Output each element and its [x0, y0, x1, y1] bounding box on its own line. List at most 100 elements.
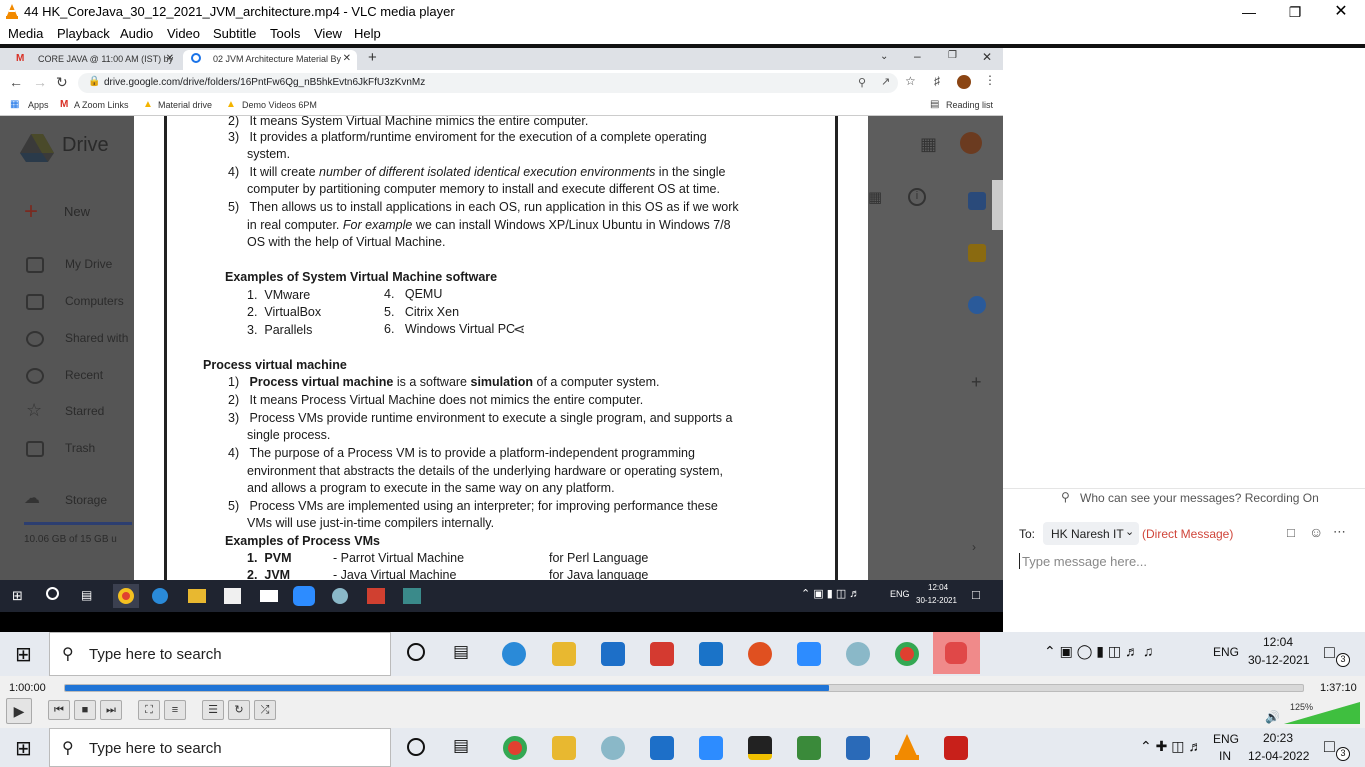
restore-icon[interactable]: ❐ — [1272, 2, 1318, 22]
notification-icon[interactable]: □ — [972, 587, 980, 602]
chart-app-icon[interactable] — [797, 736, 821, 760]
menu-help[interactable]: Help — [354, 26, 381, 41]
gift-icon[interactable] — [650, 642, 674, 666]
seek-bar[interactable] — [64, 684, 1304, 692]
photos-icon[interactable] — [846, 736, 870, 760]
tab-jvm-material[interactable]: 02 JVM Architecture Material By ✕ — [183, 50, 357, 70]
tab-search-icon[interactable]: ⌄ — [880, 51, 888, 62]
zoom-app-icon[interactable] — [293, 586, 315, 606]
edge-icon[interactable] — [152, 588, 168, 604]
menu-subtitle[interactable]: Subtitle — [213, 26, 256, 41]
tab-close-icon[interactable]: ✕ — [343, 53, 351, 64]
video-area[interactable]: M CORE JAVA @ 11:00 AM (IST) by ✕ 02 JVM… — [0, 48, 1003, 632]
task-view-icon[interactable]: ▤ — [81, 588, 92, 602]
close-icon[interactable]: ✕ — [1318, 2, 1364, 22]
menu-view[interactable]: View — [314, 26, 342, 41]
app-icon[interactable] — [367, 588, 385, 604]
tasks-icon[interactable] — [968, 296, 986, 314]
chrome-restore-icon[interactable]: ❐ — [948, 50, 957, 61]
menu-video[interactable]: Video — [167, 26, 200, 41]
shuffle-icon[interactable]: ⤮ — [254, 700, 276, 720]
scrollbar-thumb[interactable] — [992, 180, 1003, 230]
speaker-icon[interactable]: 🔊 — [1265, 710, 1280, 724]
tray-icons[interactable]: ⌃ ✚ ◫ ♬ — [1140, 738, 1202, 755]
grid-view-icon[interactable]: ▦ — [868, 188, 882, 206]
windows-start-icon[interactable]: ⊞ — [15, 642, 32, 667]
share-icon[interactable]: ↗ — [881, 75, 890, 88]
back-icon[interactable]: ← — [9, 74, 23, 90]
file-explorer-icon[interactable] — [188, 589, 206, 603]
profile-avatar[interactable] — [960, 132, 982, 154]
minimize-icon[interactable]: — — [1226, 2, 1272, 22]
menu-media[interactable]: Media — [8, 26, 43, 41]
sticky-notes-icon[interactable] — [748, 736, 772, 760]
recorder-icon[interactable] — [748, 642, 772, 666]
bookmark-apps[interactable]: Apps — [28, 100, 49, 110]
bookmark-demo-videos[interactable]: Demo Videos 6PM — [242, 100, 317, 110]
menu-dots-icon[interactable]: ⋮ — [984, 73, 996, 87]
nav-trash[interactable]: Trash — [65, 441, 95, 455]
forward-icon[interactable]: → — [33, 74, 47, 90]
store-icon[interactable] — [224, 588, 241, 604]
extended-settings-icon[interactable]: ≡ — [164, 700, 186, 720]
windows-start-icon[interactable]: ⊞ — [15, 736, 32, 761]
notification-icon[interactable]: □ — [1324, 642, 1335, 663]
new-tab-icon[interactable]: + — [368, 49, 377, 66]
new-button[interactable]: New — [64, 204, 90, 219]
bookmark-zoom-links[interactable]: A Zoom Links — [74, 100, 129, 110]
more-icon[interactable]: ⋯ — [1333, 524, 1346, 540]
nav-computers[interactable]: Computers — [65, 294, 124, 308]
fullscreen-icon[interactable]: ⛶ — [138, 700, 160, 720]
recipient-dropdown[interactable]: HK Naresh IT ⌄ — [1043, 522, 1139, 545]
task-view-icon[interactable]: ▤ — [453, 736, 469, 756]
zoom-app-icon[interactable] — [699, 736, 723, 760]
reading-list[interactable]: Reading list — [946, 100, 993, 110]
file-explorer-icon[interactable] — [552, 736, 576, 760]
taskbar-search-box[interactable]: ⚲ Type here to search — [49, 632, 391, 676]
menu-audio[interactable]: Audio — [120, 26, 153, 41]
profile-avatar[interactable] — [957, 75, 971, 89]
nav-starred[interactable]: Starred — [65, 404, 104, 418]
previous-icon[interactable]: ⏮ — [48, 700, 70, 720]
privacy-notice[interactable]: Who can see your messages? Recording On — [1080, 491, 1319, 505]
store-icon[interactable] — [601, 642, 625, 666]
tab-core-java[interactable]: M CORE JAVA @ 11:00 AM (IST) by ✕ — [8, 50, 180, 70]
store-icon[interactable] — [650, 736, 674, 760]
extensions-icon[interactable]: ♯ — [934, 74, 940, 88]
menu-tools[interactable]: Tools — [270, 26, 300, 41]
mail-icon[interactable] — [699, 642, 723, 666]
snipping-icon[interactable] — [332, 588, 348, 604]
app-icon[interactable] — [403, 588, 421, 604]
bookmark-star-icon[interactable]: ☆ — [905, 74, 916, 88]
notification-icon[interactable]: □ — [1324, 736, 1335, 757]
zoom-icon[interactable]: ⚲ — [858, 76, 866, 89]
file-explorer-icon[interactable] — [552, 642, 576, 666]
chrome-close-icon[interactable]: ✕ — [982, 50, 992, 64]
mail-icon[interactable] — [260, 590, 278, 602]
nav-my-drive[interactable]: My Drive — [65, 257, 112, 271]
file-icon[interactable]: □ — [1287, 525, 1295, 540]
expand-panel-icon[interactable]: › — [972, 540, 976, 554]
chrome-app-icon[interactable] — [895, 642, 919, 666]
chrome-app-icon[interactable] — [113, 584, 139, 608]
add-addon-icon[interactable]: + — [971, 372, 982, 393]
chrome-app-icon[interactable] — [503, 736, 527, 760]
tab-close-icon[interactable]: ✕ — [166, 53, 174, 64]
stop-icon[interactable]: ■ — [74, 700, 96, 720]
nav-recent[interactable]: Recent — [65, 368, 103, 382]
task-view-icon[interactable]: ▤ — [453, 642, 469, 662]
edge-icon[interactable] — [502, 642, 526, 666]
info-icon[interactable]: i — [908, 188, 926, 206]
active-app-icon[interactable] — [933, 632, 980, 674]
reload-icon[interactable]: ↻ — [56, 74, 68, 91]
playlist-icon[interactable]: ☰ — [202, 700, 224, 720]
loop-icon[interactable]: ↻ — [228, 700, 250, 720]
windows-start-icon[interactable]: ⊞ — [12, 588, 23, 604]
menu-playback[interactable]: Playback — [57, 26, 110, 41]
keep-icon[interactable] — [968, 244, 986, 262]
zoom-app-icon[interactable] — [797, 642, 821, 666]
tray-icons[interactable]: ⌃ ▣ ▮ ◫ ♬ — [801, 587, 860, 600]
taskbar-search-box[interactable]: ⚲ Type here to search — [49, 728, 391, 767]
chrome-minimize-icon[interactable]: – — [914, 49, 921, 63]
message-input[interactable]: Type message here... — [1019, 552, 1349, 572]
